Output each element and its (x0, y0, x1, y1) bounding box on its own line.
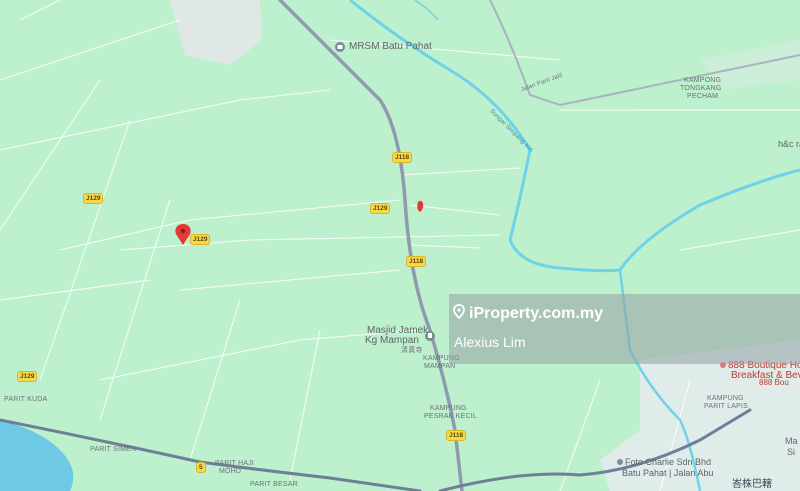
road-badge-route-5: 5 (196, 462, 206, 473)
watermark-agent: Alexius Lim (454, 334, 526, 350)
label-parit-besar: PARIT BESAR (250, 481, 298, 488)
label-kampung-parit-lapis-2: PARIT LAPIS (704, 403, 748, 410)
label-hotel-3: 888 Bou (759, 378, 789, 387)
label-parit-haji-2: MOHD (219, 468, 242, 475)
road-badge-j118: J118 (392, 152, 413, 163)
road-badge-j118: J118 (406, 256, 427, 267)
label-kampung-pesrak-1: KAMPUNG (430, 405, 467, 412)
label-parit-simen: PARIT SIMEN (90, 446, 137, 453)
road-badge-j129: J129 (17, 371, 38, 382)
label-parit-haji: PARIT HAJI (215, 460, 255, 467)
label-masjid-cn: 清真寺 (401, 347, 423, 354)
map-canvas[interactable] (0, 0, 800, 491)
road-badge-j129: J129 (370, 203, 391, 214)
label-cn-bottom: 峇株巴轄 (732, 479, 772, 490)
watermark-logo: iProperty.com.my (453, 304, 603, 324)
school-icon (335, 42, 345, 52)
label-hc[interactable]: h&c ra (778, 139, 800, 149)
label-parit-kuda: PARIT KUDA (4, 396, 48, 403)
label-mrsm[interactable]: MRSM Batu Pahat (349, 41, 432, 53)
label-ma: Ma (785, 436, 798, 446)
label-kampong-tongkang-2: TONGKANG (680, 85, 722, 92)
watermark-site: iProperty.com.my (469, 305, 603, 322)
road-badge-j118: J118 (446, 430, 467, 441)
label-kampung-parit-lapis-1: KAMPUNG (707, 395, 744, 402)
label-kampong-tongkang-3: PECHAM (687, 93, 719, 100)
location-pin-logo-icon (453, 304, 465, 324)
label-kampung-mampan-2: MAMPAN (424, 363, 456, 370)
label-kampong-tongkang-1: KAMPONG (684, 77, 722, 84)
road-badge-j129: J129 (190, 234, 211, 245)
label-foto-2: Batu Pahat | Jalan Abu (622, 468, 714, 478)
shop-marker-icon (617, 459, 623, 465)
label-masjid-2[interactable]: Kg Mampan (365, 335, 419, 347)
label-kampung-pesrak-2: PESRAK KECIL (424, 413, 477, 420)
road-badge-j129: J129 (83, 193, 104, 204)
label-si: Si (787, 447, 796, 457)
label-foto-1[interactable]: Foto Charlie Sdn Bhd (625, 457, 711, 467)
